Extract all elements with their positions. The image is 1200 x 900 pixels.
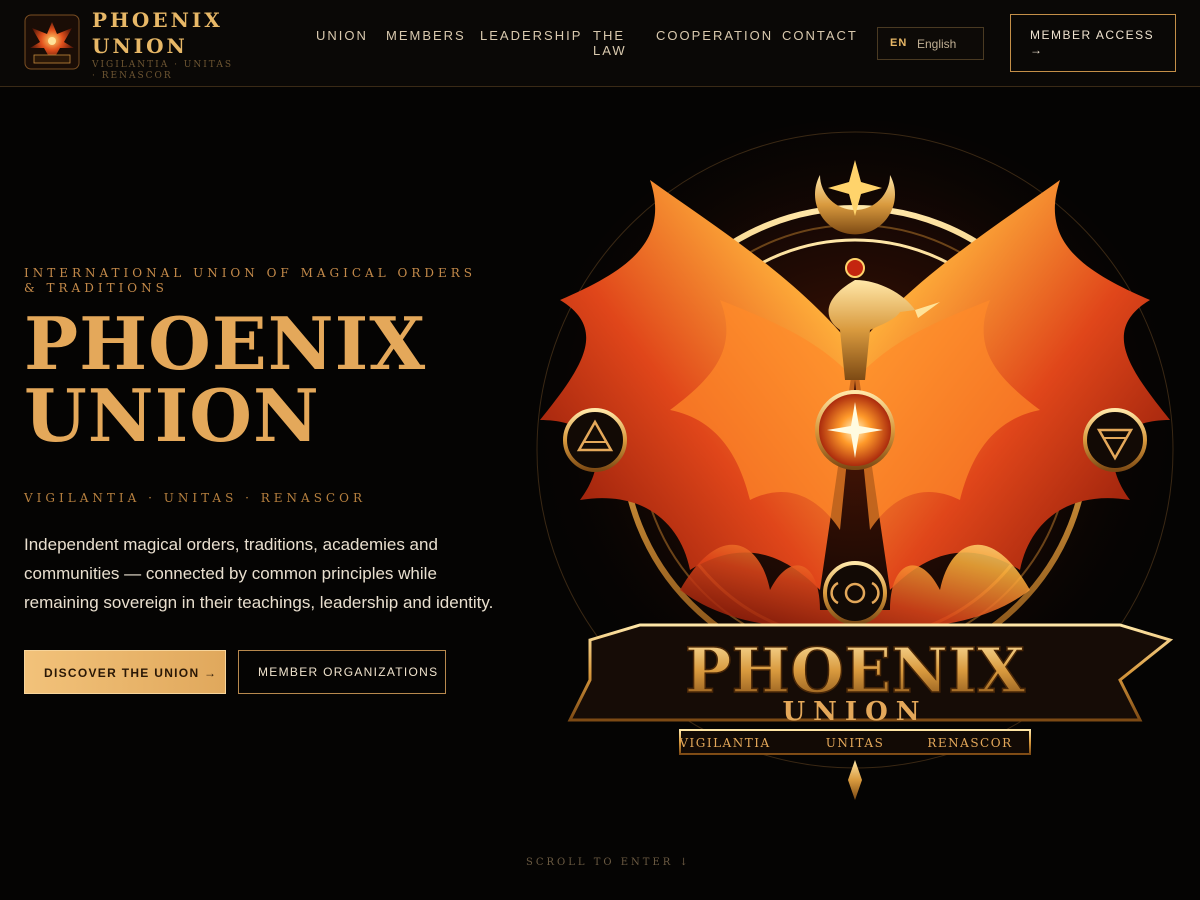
hero-eyebrow: INTERNATIONAL UNION OF MAGICAL ORDERS & … [24,266,476,295]
hero-title: PHOENIX UNION [24,308,544,452]
water-element-icon [1083,408,1147,472]
fire-element-icon [563,408,627,472]
scroll-to-enter-link[interactable]: SCROLL TO ENTER ↓ [526,857,691,868]
language-code: EN [890,37,908,49]
brand-tagline: VIGILANTIA · UNITAS · RENASCOR [92,60,233,81]
language-name: English [917,37,957,51]
emblem-word-union: UNION [782,697,927,727]
brand-name: PHOENIX UNION [92,8,223,58]
nav-leadership[interactable]: LEADERSHIP [480,28,582,43]
member-organizations-button[interactable]: MEMBER ORGANIZATIONS [238,650,446,694]
discover-union-label: DISCOVER THE UNION → [44,666,218,680]
hero-title-line1: PHOENIX [24,301,427,386]
nav-members[interactable]: MEMBERS [386,28,466,43]
triple-moon-icon [823,561,887,625]
site-header: PHOENIX UNION VIGILANTIA · UNITAS · RENA… [0,0,1200,87]
discover-union-button[interactable]: DISCOVER THE UNION → [24,650,226,694]
hero-motto: VIGILANTIA · UNITAS · RENASCOR [24,491,366,505]
phoenix-logo-icon [24,14,80,70]
brand-home-link[interactable]: PHOENIX UNION VIGILANTIA · UNITAS · RENA… [24,8,254,82]
nav-union[interactable]: UNION [316,28,368,43]
emblem-motto-2: UNITAS [826,736,885,750]
member-organizations-label: MEMBER ORGANIZATIONS [258,665,439,679]
language-selector[interactable]: EN English [877,27,984,60]
nav-the-law[interactable]: THE LAW [593,28,643,58]
emblem-motto-3: RENASCOR [927,736,1012,750]
nav-contact[interactable]: CONTACT [782,28,858,43]
hero-description: Independent magical orders, traditions, … [24,535,494,612]
hero-title-line2: UNION [24,373,320,458]
member-access-button[interactable]: MEMBER ACCESS → [1010,14,1176,72]
nav-cooperation[interactable]: COOPERATION [656,28,773,43]
phoenix-emblem-image: PHOENIX UNION VIGILANTIA UNITAS RENASCOR [525,120,1185,800]
member-access-label: MEMBER ACCESS → [1030,28,1155,57]
emblem-motto-1: VIGILANTIA [678,736,770,750]
